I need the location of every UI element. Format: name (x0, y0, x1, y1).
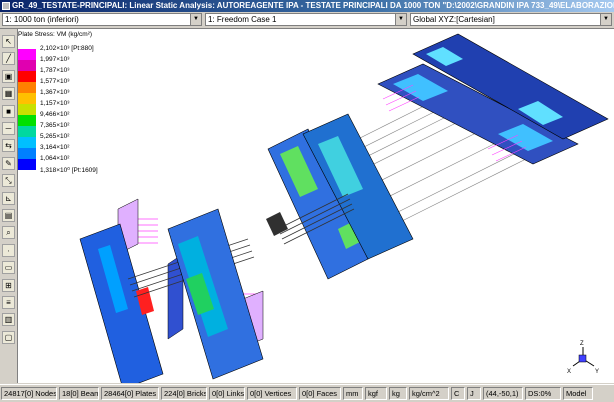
status-bar: 24817[0] Nodes18[0] Beams28464[0] Plates… (0, 384, 614, 402)
node-icon[interactable]: ▣ (2, 69, 15, 83)
status-field: 0[0] Links (209, 387, 245, 400)
status-field: 24817[0] Nodes (1, 387, 57, 400)
chevron-down-icon[interactable]: ▼ (190, 14, 201, 25)
lower-assembly (79, 198, 264, 383)
window-title: GR_49_TESTATE-PRINCIPALI: Linear Static … (12, 1, 614, 10)
load-case-value: 1: 1000 ton (inferiori) (5, 15, 79, 24)
node-list-icon[interactable]: ∙ (2, 243, 15, 257)
left-toolbar: ↖ ╱ ▣ ▦ ■ ─ ⇆ ✎ ⤡ ⊾ ▤ ⌕ ∙ ▭ ⊞ ≡ ▥ ▢ (0, 29, 18, 383)
status-field: 0[0] Faces (299, 387, 341, 400)
result-icon[interactable]: ▥ (2, 313, 15, 327)
window-icon[interactable]: ▢ (2, 330, 15, 344)
beam-icon[interactable]: ─ (2, 122, 15, 135)
measure-icon[interactable]: ⊾ (2, 191, 15, 205)
status-field: kgf (365, 387, 387, 400)
load-case-select[interactable]: 1: 1000 ton (inferiori) ▼ (2, 13, 202, 26)
status-field: mm (343, 387, 363, 400)
group-icon[interactable]: ▤ (2, 209, 15, 222)
triad-z-label: Z (580, 341, 584, 347)
coordinate-system-select[interactable]: Global XYZ:[Cartesian] ▼ (410, 13, 612, 26)
triad-x-label: X (567, 369, 571, 375)
title-bar: GR_49_TESTATE-PRINCIPALI: Linear Static … (0, 0, 614, 12)
link-icon[interactable]: ⇆ (2, 139, 15, 153)
plate-icon[interactable]: ▦ (2, 87, 15, 101)
upper-assembly (266, 33, 609, 280)
freedom-case-select[interactable]: 1: Freedom Case 1 ▼ (205, 13, 407, 26)
chevron-down-icon[interactable]: ▼ (395, 14, 406, 25)
status-field: Model (563, 387, 593, 400)
case-selector-bar: 1: 1000 ton (inferiori) ▼ 1: Freedom Case… (0, 12, 614, 29)
scale-icon[interactable]: ⤡ (2, 174, 15, 188)
status-field: (44,-50,1) (483, 387, 523, 400)
axis-triad: Z X Y (567, 341, 599, 375)
status-field: 0[0] Vertices (247, 387, 297, 400)
zoom-icon[interactable]: ⌕ (2, 226, 15, 240)
pointer-icon[interactable]: ↖ (2, 35, 15, 48)
app-icon[interactable] (2, 2, 10, 10)
attribute-icon[interactable]: ≡ (2, 296, 15, 309)
element-list-icon[interactable]: ▭ (2, 261, 15, 275)
brick-icon[interactable]: ■ (2, 104, 15, 118)
status-field: kg (389, 387, 407, 400)
edit-icon[interactable]: ✎ (2, 156, 15, 170)
tree-icon[interactable]: ⊞ (2, 278, 15, 292)
freedom-case-value: 1: Freedom Case 1 (208, 15, 277, 24)
model-viewport[interactable]: Plate Stress: VM (kg/cm²) 2,102×10³ [Pt:… (18, 29, 614, 383)
status-field: C (451, 387, 465, 400)
chevron-down-icon[interactable]: ▼ (600, 14, 611, 25)
status-field: 28464[0] Plates (101, 387, 159, 400)
coordinate-system-value: Global XYZ:[Cartesian] (413, 15, 495, 24)
fem-model-drawing: Z X Y (79, 33, 609, 383)
status-field: 18[0] Beams (59, 387, 99, 400)
status-field: 224[0] Bricks (161, 387, 207, 400)
status-field: J (467, 387, 481, 400)
status-field: DS:0% (525, 387, 561, 400)
line-icon[interactable]: ╱ (2, 52, 15, 66)
triad-y-label: Y (595, 369, 599, 375)
status-field: kg/cm^2 (409, 387, 449, 400)
